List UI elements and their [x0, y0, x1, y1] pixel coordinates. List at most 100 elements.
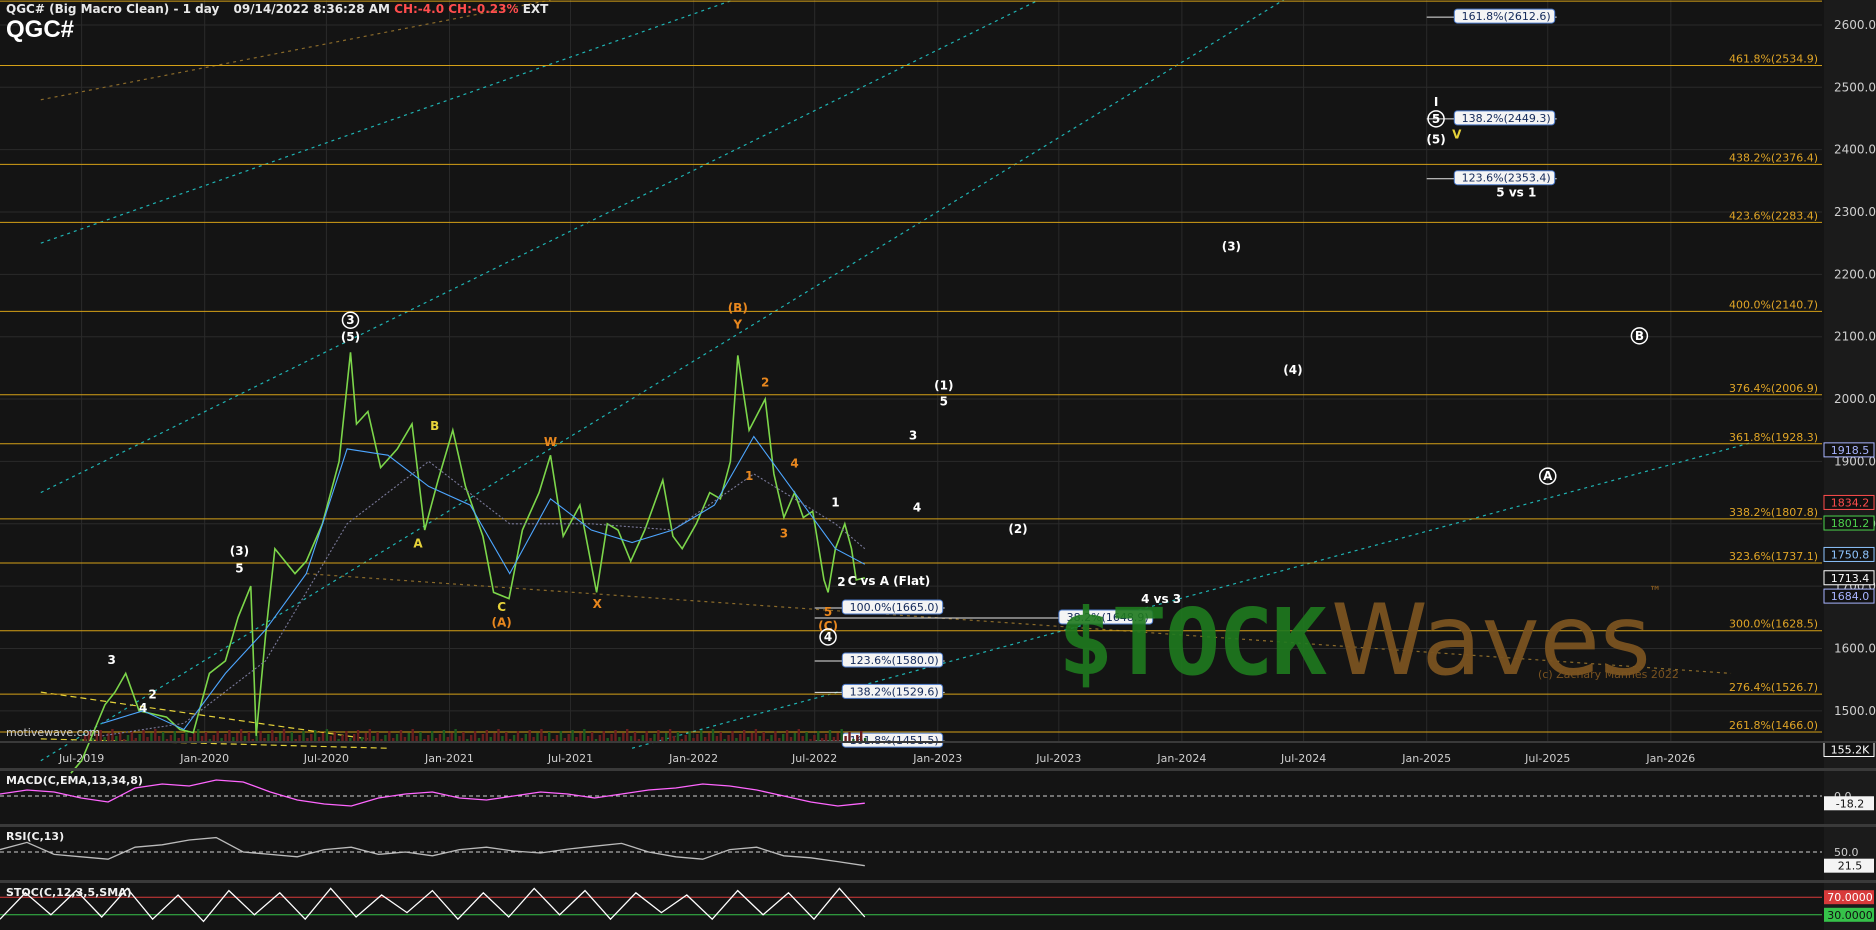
volume-bar — [224, 734, 227, 742]
projection-label: 161.8%(1451.5) — [850, 734, 939, 747]
wave-label: B — [430, 419, 439, 433]
y-tick-label: 2300.0 — [1834, 205, 1876, 219]
volume-bar — [805, 732, 808, 742]
wave-label: V — [1452, 127, 1462, 141]
x-tick-label: Jul-2024 — [1280, 752, 1326, 765]
volume-bar — [782, 734, 785, 742]
change-value: CH:-4.0 — [394, 2, 445, 16]
projection-label: 123.6%(2353.4) — [1462, 172, 1551, 185]
fib-level-label: 400.0%(2140.7) — [1729, 298, 1818, 311]
volume-bar — [126, 735, 130, 742]
x-tick-label: Jan-2026 — [1645, 752, 1695, 765]
volume-bar — [700, 730, 703, 742]
wave-label: C vs A (Flat) — [848, 574, 931, 588]
wave-label: 2 — [761, 376, 769, 390]
volume-bar — [797, 729, 800, 742]
volume-bar — [395, 734, 399, 742]
volume-bar — [602, 731, 605, 742]
y-tick-label: 2400.0 — [1834, 143, 1876, 157]
y-tick-label: 1500.0 — [1834, 704, 1876, 718]
wave-label: Y — [732, 318, 742, 332]
volume-bar — [813, 735, 816, 742]
wave-label: W — [544, 435, 557, 449]
volume-bar — [376, 732, 379, 742]
volume-bar — [485, 730, 488, 742]
volume-bar — [641, 735, 644, 742]
chart-info-label: QGC# (Big Macro Clean) - 1 day — [6, 2, 220, 16]
wave-label: 1 — [745, 469, 753, 483]
wave-label: 3 — [346, 313, 354, 327]
volume-bar — [212, 735, 215, 742]
volume-bar — [536, 733, 539, 742]
stoch-low-label: 30.0000 — [1827, 909, 1873, 922]
volume-bar — [836, 733, 839, 742]
volume-bar — [567, 734, 570, 742]
x-tick-label: Jul-2025 — [1524, 752, 1570, 765]
projection-label: 100.0%(1665.0) — [850, 601, 939, 614]
volume-bar — [665, 733, 668, 742]
wave-label: 4 — [139, 701, 147, 715]
projection-label: 123.6%(1580.0) — [850, 654, 939, 667]
volume-bar — [481, 734, 485, 742]
volume-bar — [130, 731, 134, 742]
volume-bar — [302, 731, 305, 742]
pane-separator — [0, 824, 1876, 827]
volume-bar — [193, 733, 196, 742]
timestamp: 09/14/2022 8:36:28 AM — [233, 2, 390, 16]
volume-bar — [169, 735, 173, 742]
volume-bar — [364, 733, 368, 742]
y-tick-label: 2500.0 — [1834, 80, 1876, 94]
wave-label: (A) — [492, 616, 512, 630]
price-tag: 1713.4 — [1831, 572, 1870, 585]
wave-label: 3 — [108, 653, 116, 667]
volume-bar — [559, 731, 563, 742]
volume-bar — [204, 732, 208, 742]
y-tick-label: 2000.0 — [1834, 392, 1876, 406]
stoch-title: STOC(C,12,3,5,SMA) — [6, 886, 132, 899]
x-tick-label: Jul-2021 — [547, 752, 593, 765]
wave-label: (1) — [934, 379, 953, 393]
wave-label: (3) — [230, 544, 249, 558]
wave-label: 3 — [909, 429, 917, 443]
volume-bar — [384, 735, 387, 742]
volume-bar — [333, 732, 336, 742]
volume-bar — [356, 730, 360, 742]
wave-label: 5 — [235, 561, 243, 575]
session-label: EXT — [522, 2, 549, 16]
volume-bar — [676, 732, 680, 742]
volume-bar — [239, 729, 243, 742]
volume-bar — [598, 735, 602, 742]
wave-label: 2 — [837, 575, 845, 589]
watermark-stock: $TOCK — [1058, 589, 1327, 696]
x-tick-label: Jan-2024 — [1156, 752, 1206, 765]
volume-bar — [181, 734, 184, 742]
volume-bar — [442, 730, 446, 742]
volume-bar — [614, 730, 617, 742]
wave-label: 5 vs 1 — [1496, 185, 1536, 199]
volume-bar — [228, 730, 231, 742]
volume-bar — [622, 733, 625, 742]
chart-canvas[interactable]: Jul-2019 Jan-2020 Jul-2020 Jan-2021 Jul-2021… — [0, 0, 1876, 930]
fib-level-label: 361.8%(1928.3) — [1729, 431, 1818, 444]
volume-bar — [633, 732, 637, 742]
volume-bar — [138, 734, 141, 742]
wave-label: (5) — [1426, 132, 1445, 146]
price-tag: 155.2K — [1831, 743, 1870, 756]
volume-bar — [817, 731, 820, 742]
volume-bar — [548, 732, 551, 742]
fib-level-label: 276.4%(1526.7) — [1729, 681, 1818, 694]
volume-bar — [388, 731, 391, 742]
wave-label: 5 — [940, 394, 948, 408]
volume-bar — [259, 731, 262, 742]
wave-label: X — [593, 597, 603, 611]
stoch-high-label: 70.0000 — [1827, 891, 1873, 904]
volume-bar — [743, 730, 746, 742]
wave-label: B — [1635, 329, 1644, 343]
volume-bar — [840, 729, 843, 742]
wave-label: C — [497, 600, 506, 614]
projection-label: 138.2%(1529.6) — [850, 685, 939, 698]
volume-bar — [407, 733, 410, 742]
volume-bar — [707, 733, 711, 742]
volume-bar — [793, 733, 797, 742]
volume-bar — [278, 733, 282, 742]
